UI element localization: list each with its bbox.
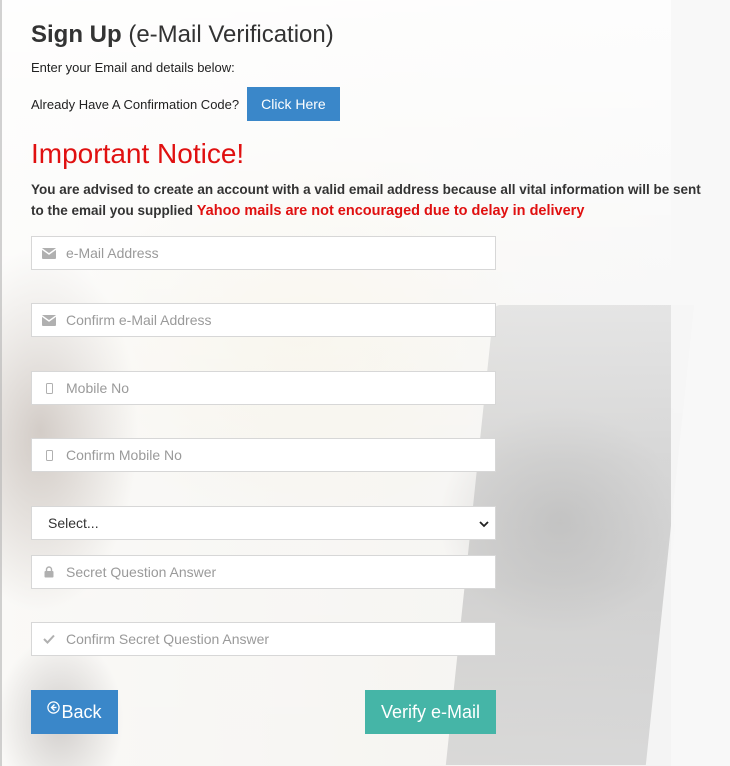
notice-heading: Important Notice!: [31, 138, 245, 169]
confirm-email-input[interactable]: [66, 306, 495, 334]
mobile-icon: [32, 382, 66, 394]
notice-warning: Yahoo mails are not encouraged due to de…: [196, 203, 585, 219]
confirm-secret-answer-field[interactable]: [31, 622, 496, 656]
subtitle: Enter your Email and details below:: [31, 60, 235, 75]
envelope-icon: [32, 247, 66, 259]
back-button[interactable]: Back: [31, 690, 118, 734]
title-bold: Sign Up: [31, 21, 122, 48]
verify-email-button[interactable]: Verify e-Mail: [365, 690, 496, 734]
check-icon: [32, 634, 66, 644]
chevron-down-icon: [479, 515, 489, 531]
back-button-label: Back: [61, 701, 102, 722]
confirmation-row: Already Have A Confirmation Code? Click …: [31, 87, 340, 121]
back-arrow-icon: [47, 701, 61, 717]
email-input[interactable]: [66, 239, 495, 267]
secret-answer-field[interactable]: [31, 555, 496, 589]
title-rest: (e-Mail Verification): [128, 21, 334, 48]
signup-panel: Sign Up (e-Mail Verification) Enter your…: [0, 0, 730, 766]
confirm-mobile-field[interactable]: [31, 438, 496, 472]
mobile-field[interactable]: [31, 371, 496, 405]
secret-answer-input[interactable]: [66, 558, 495, 586]
email-field[interactable]: [31, 236, 496, 270]
confirm-email-field[interactable]: [31, 303, 496, 337]
mobile-input[interactable]: [66, 374, 495, 402]
page-title: Sign Up (e-Mail Verification): [31, 21, 334, 49]
envelope-icon: [32, 314, 66, 326]
secret-question-select[interactable]: Select...: [31, 506, 496, 540]
confirm-mobile-input[interactable]: [66, 441, 495, 469]
mobile-icon: [32, 449, 66, 461]
lock-icon: [32, 566, 66, 578]
click-here-button[interactable]: Click Here: [247, 87, 340, 121]
notice-text: You are advised to create an account wit…: [31, 179, 711, 222]
secret-question-selected: Select...: [48, 515, 99, 531]
confirm-secret-answer-input[interactable]: [66, 625, 495, 653]
verify-button-label: Verify e-Mail: [380, 701, 481, 722]
confirmation-label: Already Have A Confirmation Code?: [31, 96, 240, 112]
